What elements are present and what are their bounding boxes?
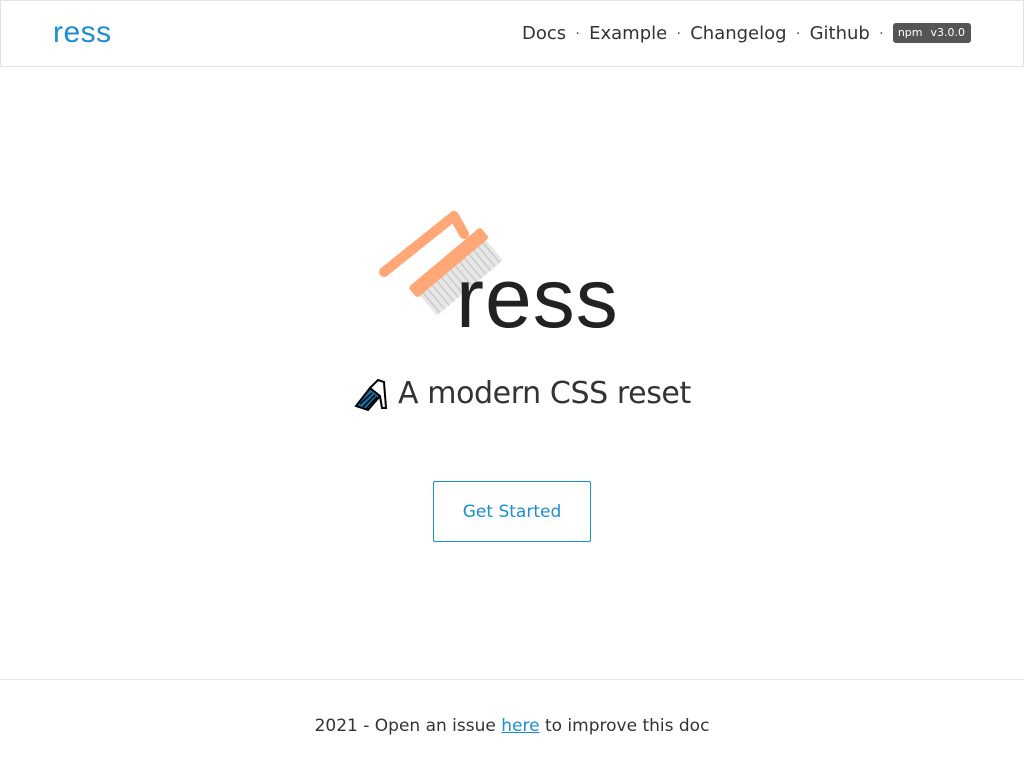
nav-separator: · <box>795 26 801 42</box>
nav-link-changelog[interactable]: Changelog <box>690 22 786 46</box>
nav-separator: · <box>575 26 580 42</box>
site-footer: 2021 - Open an issue here to improve thi… <box>0 714 1024 738</box>
tagline-text: A modern CSS reset <box>398 375 691 411</box>
badge-version: v3.0.0 <box>927 22 971 43</box>
main-nav: Docs · Example · Changelog · Github · np… <box>522 22 971 46</box>
npm-version-badge[interactable]: npm v3.0.0 <box>892 22 971 43</box>
site-header: ress Docs · Example · Changelog · Github… <box>0 0 1024 67</box>
paintbrush-icon <box>354 378 388 412</box>
badge-label: npm <box>892 22 928 43</box>
footer-prefix: 2021 - Open an issue <box>314 716 502 736</box>
nav-separator: · <box>676 26 681 42</box>
tagline: A modern CSS reset <box>352 372 691 414</box>
footer-suffix: to improve this doc <box>539 716 710 736</box>
nav-link-github[interactable]: Github <box>810 22 870 46</box>
get-started-button[interactable]: Get Started <box>433 481 591 542</box>
brand-link[interactable]: ress <box>53 15 112 51</box>
nav-link-example[interactable]: Example <box>589 22 667 46</box>
nav-link-docs[interactable]: Docs <box>522 22 566 46</box>
nav-separator: · <box>879 26 884 42</box>
hero-title: ress <box>456 251 619 345</box>
footer-divider <box>0 679 1024 680</box>
footer-issue-link[interactable]: here <box>501 716 539 736</box>
